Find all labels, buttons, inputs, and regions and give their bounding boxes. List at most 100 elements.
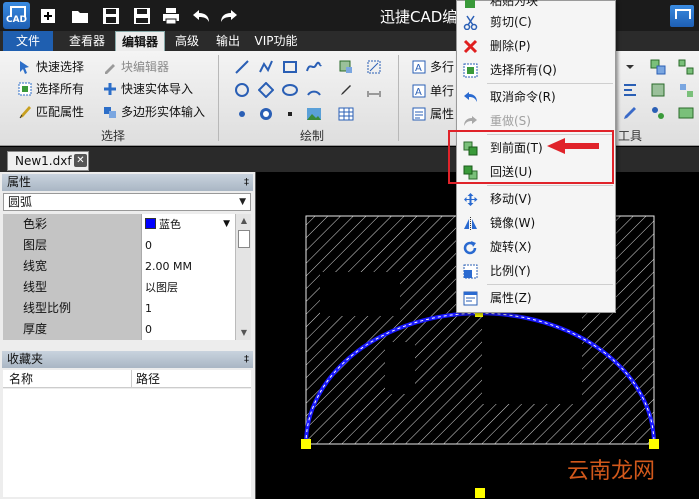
spline-tool-icon[interactable]: [306, 59, 322, 75]
menu-item-cut[interactable]: 剪切(C): [457, 10, 615, 34]
select-all-button[interactable]: 选择所有: [18, 80, 84, 98]
save-as-icon[interactable]: [132, 6, 152, 26]
small-point-icon[interactable]: [282, 106, 298, 122]
rectangle-tool-icon[interactable]: [282, 59, 298, 75]
select-group-label: 选择: [101, 129, 126, 143]
scroll-down-icon[interactable]: ▼: [236, 326, 252, 340]
entity-type-select[interactable]: 圆弧 ▼: [3, 193, 251, 211]
dropdown-arrow-icon[interactable]: [622, 59, 638, 75]
properties-panel-header: 属性 ‡: [2, 174, 253, 191]
quick-entity-import-button[interactable]: 快速实体导入: [103, 80, 193, 98]
close-icon[interactable]: ✕: [74, 154, 87, 167]
mtext-button[interactable]: A 多行: [412, 58, 454, 76]
ellipse-tool-icon[interactable]: [282, 82, 298, 98]
arc-grip-right[interactable]: [649, 439, 659, 449]
property-row: 色彩 蓝色 ▼: [3, 214, 235, 235]
scissors-icon: [463, 15, 478, 30]
redo-icon[interactable]: [219, 6, 239, 26]
app-logo-text: CAD: [5, 15, 28, 25]
tab-output[interactable]: 输出: [210, 31, 246, 51]
menu-separator: [487, 185, 613, 186]
join-tool-icon[interactable]: [650, 105, 666, 121]
open-folder-icon[interactable]: [70, 6, 90, 26]
image-tool-icon[interactable]: [306, 106, 322, 122]
rotate-icon: [463, 241, 477, 255]
table-tool-icon[interactable]: [338, 106, 354, 122]
line-tool-icon[interactable]: [234, 59, 250, 75]
properties-scrollbar[interactable]: ▲ ▼: [235, 214, 251, 340]
menu-item-label: 选择所有(Q): [490, 63, 557, 77]
align-tool-icon[interactable]: [622, 82, 638, 98]
insert-block-icon[interactable]: [338, 59, 354, 75]
save-icon[interactable]: [101, 6, 121, 26]
attribute-button[interactable]: 属性: [412, 105, 454, 123]
pen-tool-icon[interactable]: [338, 82, 354, 98]
redo-arrow-icon: [464, 116, 477, 126]
property-value[interactable]: 0: [142, 319, 235, 340]
properties-icon: [463, 291, 478, 306]
polyline-tool-icon[interactable]: [258, 59, 274, 75]
menu-item-move[interactable]: 移动(V): [457, 187, 615, 211]
pin-icon[interactable]: ‡: [244, 174, 249, 191]
ungroup-tool-icon[interactable]: [678, 59, 694, 75]
menu-item-select-all[interactable]: 选择所有(Q): [457, 58, 615, 82]
print-icon[interactable]: [161, 6, 181, 26]
property-value[interactable]: 1: [142, 298, 235, 319]
pin-icon[interactable]: ‡: [244, 351, 249, 368]
favorites-list[interactable]: [3, 389, 251, 497]
property-value-color[interactable]: 蓝色 ▼: [142, 214, 235, 235]
polygon-tool-icon[interactable]: [258, 82, 274, 98]
arc-tool-icon[interactable]: [306, 82, 322, 98]
property-value[interactable]: 0: [142, 235, 235, 256]
document-tab[interactable]: New1.dxf ✕: [7, 151, 89, 171]
property-row: 图层 0: [3, 235, 235, 256]
menu-item-properties[interactable]: 属性(Z): [457, 286, 615, 310]
export-tool-icon[interactable]: [678, 105, 694, 121]
tab-vip[interactable]: VIP功能: [250, 31, 302, 51]
tab-advanced[interactable]: 高级: [168, 31, 206, 51]
arrange-tool-icon[interactable]: [650, 82, 666, 98]
arc-grip-left[interactable]: [301, 439, 311, 449]
group-tool-icon[interactable]: [650, 59, 666, 75]
arc-grip-center[interactable]: [475, 488, 485, 498]
point-tool-icon[interactable]: [234, 106, 250, 122]
menu-item-rotate[interactable]: 旋转(X): [457, 235, 615, 259]
scrollbar-thumb[interactable]: [238, 230, 250, 248]
tab-file[interactable]: 文件: [3, 31, 53, 51]
property-value[interactable]: 2.00 MM: [142, 256, 235, 277]
menu-separator: [487, 284, 613, 285]
block-editor-button[interactable]: 块编辑器: [103, 58, 169, 76]
hatch-tool-icon[interactable]: [366, 59, 382, 75]
circle-tool-icon[interactable]: [234, 82, 250, 98]
column-header-name[interactable]: 名称: [9, 370, 33, 388]
dimension-tool-icon[interactable]: [366, 82, 382, 98]
app-logo[interactable]: CAD: [3, 2, 30, 29]
column-header-path[interactable]: 路径: [136, 370, 160, 388]
explode-tool-icon[interactable]: [678, 82, 694, 98]
menu-item-delete[interactable]: 删除(P): [457, 34, 615, 58]
property-value[interactable]: 以图层: [142, 277, 235, 298]
donut-tool-icon[interactable]: [258, 106, 274, 122]
new-file-icon[interactable]: [38, 6, 58, 26]
app-corner-icon[interactable]: [670, 5, 694, 27]
quick-select-button[interactable]: 快速选择: [18, 58, 84, 76]
menu-item-cancel-command[interactable]: 取消命令(R): [457, 85, 615, 109]
properties-panel-title: 属性: [7, 175, 32, 189]
polygon-entity-input-button[interactable]: 多边形实体输入: [103, 103, 205, 121]
color-value: 蓝色: [159, 218, 181, 231]
scale-icon: [463, 264, 478, 279]
single-text-button[interactable]: A 单行: [412, 82, 454, 100]
tab-viewer[interactable]: 查看器: [62, 31, 112, 51]
tab-editor[interactable]: 编辑器: [115, 31, 165, 51]
menu-item-label: 比例(Y): [490, 264, 531, 278]
pencil-tool-icon[interactable]: [622, 105, 638, 121]
undo-icon[interactable]: [191, 6, 211, 26]
scroll-up-icon[interactable]: ▲: [236, 214, 252, 228]
match-properties-button[interactable]: 匹配属性: [18, 103, 84, 121]
hollow-region: [320, 272, 400, 316]
mtext-label: 多行: [430, 60, 455, 74]
property-name: 线型: [3, 277, 142, 298]
menu-item-mirror[interactable]: 镜像(W): [457, 211, 615, 235]
property-row: 线型比例 1: [3, 298, 235, 319]
menu-item-scale[interactable]: 比例(Y): [457, 259, 615, 283]
